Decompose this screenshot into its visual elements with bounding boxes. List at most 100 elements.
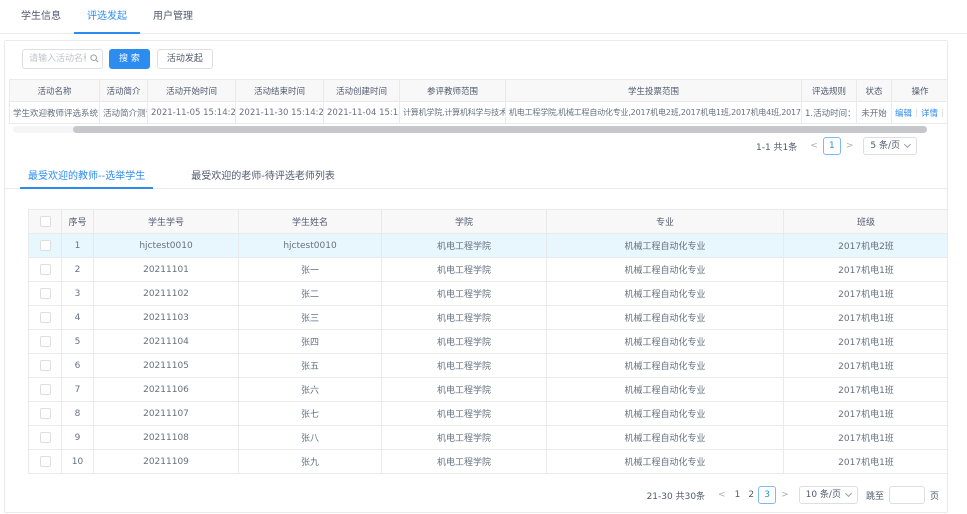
student-table: 序号 学生学号 学生姓名 学院 专业 班级 1hjctest0010hjctes… xyxy=(28,209,948,474)
student-cell: 机电工程学院 xyxy=(382,402,547,426)
prev-page-button[interactable]: < xyxy=(713,490,731,500)
table-row[interactable]: 920211108张八机电工程学院机械工程自动化专业2017机电1班 xyxy=(29,426,949,450)
column-header: 班级 xyxy=(784,210,949,234)
student-cell: 20211105 xyxy=(94,354,239,378)
page-number-1[interactable]: 1 xyxy=(731,490,745,500)
table-row[interactable]: 520211104张四机电工程学院机械工程自动化专业2017机电1班 xyxy=(29,330,949,354)
checkbox-cell xyxy=(29,450,62,474)
row-checkbox[interactable] xyxy=(40,432,51,443)
row-checkbox[interactable] xyxy=(40,312,51,323)
row-checkbox[interactable] xyxy=(40,360,51,371)
student-cell: 张五 xyxy=(239,354,382,378)
row-checkbox[interactable] xyxy=(40,456,51,467)
student-cell: 20211106 xyxy=(94,378,239,402)
horizontal-scrollbar[interactable] xyxy=(13,126,927,133)
student-cell: 2017机电1班 xyxy=(784,402,949,426)
student-header-row: 序号 学生学号 学生姓名 学院 专业 班级 xyxy=(29,210,949,234)
search-button[interactable]: 搜 索 xyxy=(109,49,150,69)
table-row[interactable]: 220211101张一机电工程学院机械工程自动化专业2017机电1班 xyxy=(29,258,949,282)
table-row[interactable]: 1020211109张九机电工程学院机械工程自动化专业2017机电1班 xyxy=(29,450,949,474)
tab-elect-students[interactable]: 最受欢迎的教师--选举学生 xyxy=(20,165,153,188)
student-cell: 2017机电1班 xyxy=(784,354,949,378)
table-row[interactable]: 420211103张三机电工程学院机械工程自动化专业2017机电1班 xyxy=(29,306,949,330)
checkbox-cell xyxy=(29,234,62,258)
checkbox-cell xyxy=(29,330,62,354)
student-cell: hjctest0010 xyxy=(94,234,239,258)
student-cell: 2017机电1班 xyxy=(784,378,949,402)
page-number-1[interactable]: 1 xyxy=(823,137,841,155)
page-number-2[interactable]: 2 xyxy=(744,490,758,500)
student-cell: 机电工程学院 xyxy=(382,378,547,402)
teacher-scope: 计算机学院,计算机科学与技术 xyxy=(400,102,506,124)
student-cell: 2017机电1班 xyxy=(784,258,949,282)
student-cell: 7 xyxy=(62,378,94,402)
student-cell: 20211107 xyxy=(94,402,239,426)
student-cell: 8 xyxy=(62,402,94,426)
page-size-value: 5 条/页 xyxy=(870,138,900,154)
page-size-select[interactable]: 5 条/页 xyxy=(863,137,917,155)
create-activity-button[interactable]: 活动发起 xyxy=(157,49,213,69)
student-cell: 机电工程学院 xyxy=(382,330,547,354)
next-page-button[interactable]: > xyxy=(776,490,794,500)
table-row[interactable]: 1hjctest0010hjctest0010机电工程学院机械工程自动化专业20… xyxy=(29,234,949,258)
row-checkbox[interactable] xyxy=(40,408,51,419)
student-cell: 机电工程学院 xyxy=(382,354,547,378)
scrollbar-thumb[interactable] xyxy=(73,126,927,133)
student-cell: 20211103 xyxy=(94,306,239,330)
prev-page-button[interactable]: < xyxy=(805,141,823,151)
student-cell: 机械工程自动化专业 xyxy=(547,378,784,402)
jump-page-input[interactable] xyxy=(889,486,925,504)
column-header: 学生投票范围 xyxy=(506,80,802,102)
delete-link[interactable]: 删除 xyxy=(947,109,948,119)
student-cell: 机械工程自动化专业 xyxy=(547,234,784,258)
next-page-button[interactable]: > xyxy=(841,141,859,151)
detail-link[interactable]: 详情 xyxy=(921,109,938,119)
column-header: 活动创建时间 xyxy=(324,80,400,102)
table-row[interactable]: 320211102张二机电工程学院机械工程自动化专业2017机电1班 xyxy=(29,282,949,306)
chevron-down-icon xyxy=(845,490,852,497)
table-row[interactable]: 620211105张五机电工程学院机械工程自动化专业2017机电1班 xyxy=(29,354,949,378)
student-cell: 机电工程学院 xyxy=(382,306,547,330)
edit-link[interactable]: 编辑 xyxy=(895,109,912,119)
toolbar: 搜 索 活动发起 xyxy=(5,41,947,69)
checkbox-cell xyxy=(29,378,62,402)
student-cell: 张六 xyxy=(239,378,382,402)
top-tabbar: 学生信息 评选发起 用户管理 xyxy=(0,0,967,34)
table-row[interactable]: 720211106张六机电工程学院机械工程自动化专业2017机电1班 xyxy=(29,378,949,402)
student-cell: 机械工程自动化专业 xyxy=(547,282,784,306)
student-cell: 9 xyxy=(62,426,94,450)
table-row[interactable]: 820211107张七机电工程学院机械工程自动化专业2017机电1班 xyxy=(29,402,949,426)
student-cell: 2017机电1班 xyxy=(784,282,949,306)
checkbox-cell xyxy=(29,402,62,426)
row-checkbox[interactable] xyxy=(40,336,51,347)
page-size-value: 10 条/页 xyxy=(806,487,841,503)
column-header: 操作 xyxy=(892,80,949,102)
student-cell: 机电工程学院 xyxy=(382,234,547,258)
select-all-checkbox[interactable] xyxy=(40,216,51,227)
student-cell: 机械工程自动化专业 xyxy=(547,354,784,378)
student-cell: 机械工程自动化专业 xyxy=(547,330,784,354)
page-size-select[interactable]: 10 条/页 xyxy=(799,486,858,504)
row-checkbox[interactable] xyxy=(40,264,51,275)
tab-user-management[interactable]: 用户管理 xyxy=(140,0,206,33)
search-icon xyxy=(90,54,99,66)
divider xyxy=(942,109,943,117)
student-cell: 2017机电2班 xyxy=(784,234,949,258)
tab-pending-teachers[interactable]: 最受欢迎的老师-待评选老师列表 xyxy=(183,165,343,188)
student-cell: 张八 xyxy=(239,426,382,450)
row-checkbox[interactable] xyxy=(40,240,51,251)
select-all-cell xyxy=(29,210,62,234)
row-checkbox[interactable] xyxy=(40,288,51,299)
student-table-body: 1hjctest0010hjctest0010机电工程学院机械工程自动化专业20… xyxy=(29,234,949,474)
pagination-total: 1-1 共1条 xyxy=(756,140,797,153)
tab-student-info[interactable]: 学生信息 xyxy=(8,0,74,33)
student-cell: 机电工程学院 xyxy=(382,450,547,474)
row-checkbox[interactable] xyxy=(40,384,51,395)
student-cell: 2017机电1班 xyxy=(784,330,949,354)
tab-selection-launch[interactable]: 评选发起 xyxy=(74,0,140,33)
chevron-down-icon xyxy=(904,141,911,148)
divider xyxy=(916,109,917,117)
operation-cell: 编辑详情删除 xyxy=(892,102,949,124)
page-number-3[interactable]: 3 xyxy=(758,486,776,504)
student-cell: 20211101 xyxy=(94,258,239,282)
